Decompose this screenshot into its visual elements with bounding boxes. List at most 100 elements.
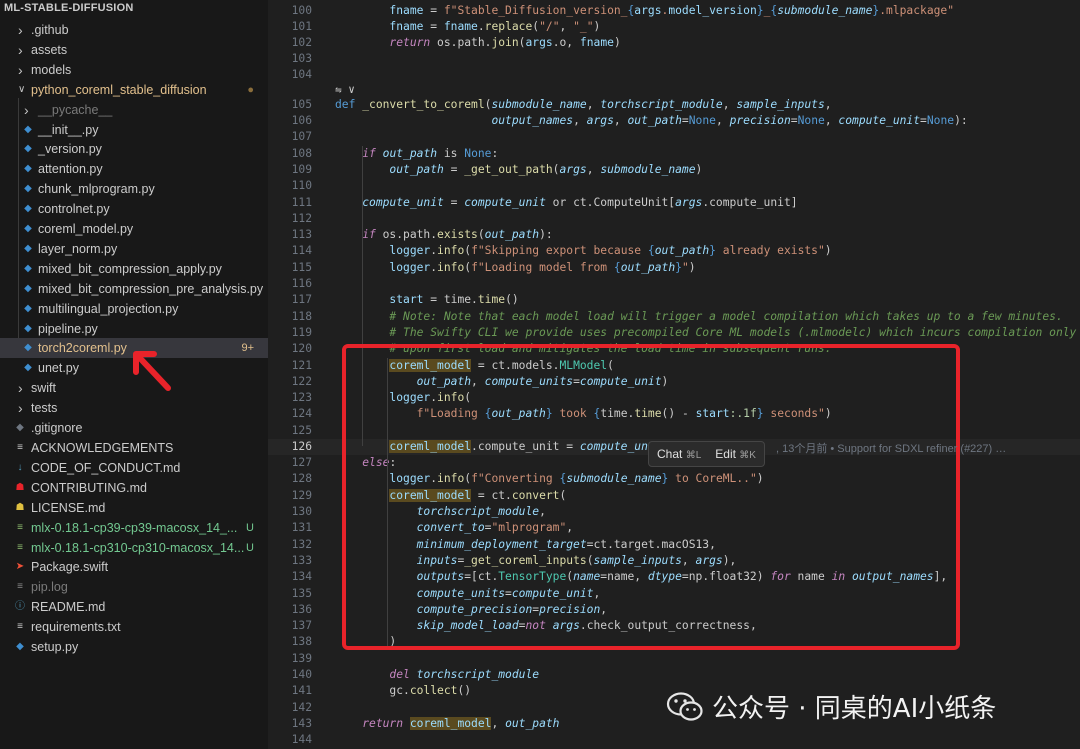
code-line[interactable]: 118 # Note: Note that each model load wi… xyxy=(268,309,1080,325)
folder-item[interactable]: ∨ python_coreml_stable_diffusion ● xyxy=(0,80,268,100)
folder-item[interactable]: › .github xyxy=(0,20,268,40)
code-line[interactable]: 124 f"Loading {out_path} took {time.time… xyxy=(268,406,1080,422)
code-token: ( xyxy=(586,554,594,567)
folder-item[interactable]: › tests xyxy=(0,398,268,418)
code-line[interactable]: 103 xyxy=(268,51,1080,67)
file-item[interactable]: ☗ CONTRIBUTING.md xyxy=(0,478,268,498)
code-line[interactable]: 107 xyxy=(268,129,1080,145)
folder-item[interactable]: › models xyxy=(0,60,268,80)
code-line[interactable]: 123 logger.info( xyxy=(268,390,1080,406)
file-item[interactable]: ➤ Package.swift xyxy=(0,557,268,577)
code-line[interactable]: 129 coreml_model = ct.convert( xyxy=(268,488,1080,504)
file-item[interactable]: ≡ mlx-0.18.1-cp39-cp39-macosx_14_... U xyxy=(0,518,268,538)
code-line[interactable]: 116 xyxy=(268,276,1080,292)
code-token: compute_units xyxy=(484,375,574,388)
code-token: start xyxy=(695,407,730,420)
chevron-right-icon[interactable]: › xyxy=(18,40,23,60)
code-line[interactable]: 134 outputs=[ct.TensorType(name=name, dt… xyxy=(268,569,1080,585)
file-item[interactable]: ◆ controlnet.py xyxy=(0,199,268,219)
code-line[interactable]: 104 xyxy=(268,67,1080,83)
code-token: () xyxy=(505,293,519,306)
file-item[interactable]: ≡ mlx-0.18.1-cp310-cp310-macosx_14... U xyxy=(0,538,268,558)
code-line[interactable]: 114 logger.info(f"Skipping export becaus… xyxy=(268,243,1080,259)
chevron-right-icon[interactable]: › xyxy=(18,378,23,398)
code-line[interactable]: 133 inputs=_get_coreml_inputs(sample_inp… xyxy=(268,553,1080,569)
file-item[interactable]: ◆ .gitignore xyxy=(0,418,268,438)
code-line[interactable]: 121 coreml_model = ct.models.MLModel( xyxy=(268,358,1080,374)
file-item[interactable]: ◆ mixed_bit_compression_pre_analysis.py xyxy=(0,279,268,299)
file-item[interactable]: ◆ coreml_model.py xyxy=(0,219,268,239)
file-item[interactable]: ≡ requirements.txt xyxy=(0,617,268,637)
code-line[interactable]: 139 xyxy=(268,651,1080,667)
code-line[interactable]: 122 out_path, compute_units=compute_unit… xyxy=(268,374,1080,390)
file-item[interactable]: ☗ LICENSE.md xyxy=(0,498,268,518)
code-line[interactable]: 101 fname = fname.replace("/", "_") xyxy=(268,19,1080,35)
code-line[interactable]: 125 xyxy=(268,423,1080,439)
code-line[interactable]: 105 def _convert_to_coreml(submodule_name… xyxy=(268,97,1080,113)
file-item[interactable]: ◆ __init__.py xyxy=(0,120,268,140)
tree-item-label: attention.py xyxy=(38,162,103,176)
code-line[interactable]: 117 start = time.time() xyxy=(268,292,1080,308)
code-line[interactable]: 130 torchscript_module, xyxy=(268,504,1080,520)
chevron-right-icon[interactable]: › xyxy=(24,100,29,120)
file-item[interactable]: ↓ CODE_OF_CONDUCT.md xyxy=(0,458,268,478)
file-item[interactable]: ◆ attention.py xyxy=(0,159,268,179)
code-editor[interactable]: 100 fname = f"Stable_Diffusion_version_{… xyxy=(268,0,1080,749)
tree-item-label: multilingual_projection.py xyxy=(38,302,179,316)
code-line[interactable]: 110 xyxy=(268,178,1080,194)
code-line[interactable]: 132 minimum_deployment_target=ct.target.… xyxy=(268,537,1080,553)
file-item[interactable]: ◆ multilingual_projection.py xyxy=(0,299,268,319)
code-line[interactable]: 137 skip_model_load=not args.check_outpu… xyxy=(268,618,1080,634)
fold-chevron-icon[interactable]: ⇋ ∨ xyxy=(335,83,355,96)
code-token: } xyxy=(545,407,553,420)
folder-item[interactable]: › __pycache__ xyxy=(0,100,268,120)
file-item[interactable]: ◆ mixed_bit_compression_apply.py xyxy=(0,259,268,279)
code-line[interactable]: 112 xyxy=(268,211,1080,227)
code-line[interactable]: 115 logger.info(f"Loading model from {ou… xyxy=(268,260,1080,276)
line-number: 122 xyxy=(291,375,312,388)
code-line[interactable]: 102 return os.path.join(args.o, fname) xyxy=(268,35,1080,51)
code-line[interactable]: 135 compute_units=compute_unit, xyxy=(268,586,1080,602)
file-item[interactable]: ◆ _version.py xyxy=(0,139,268,159)
line-number: 102 xyxy=(291,36,312,49)
code-line[interactable]: 144 xyxy=(268,732,1080,748)
chevron-right-icon[interactable]: › xyxy=(18,60,23,80)
code-token: =[ct. xyxy=(464,570,499,583)
code-line[interactable]: 136 compute_precision=precision, xyxy=(268,602,1080,618)
chat-label: Chat xyxy=(657,447,683,461)
code-token: fname xyxy=(389,20,424,33)
code-line[interactable]: 111 compute_unit = compute_unit or ct.Co… xyxy=(268,195,1080,211)
code-token: = xyxy=(443,196,465,209)
chat-button[interactable]: Chat ⌘L xyxy=(657,447,701,461)
folder-item[interactable]: › assets xyxy=(0,40,268,60)
code-token: precision xyxy=(539,603,601,616)
code-token: sample_inputs xyxy=(736,98,825,111)
code-line[interactable]: 131 convert_to="mlprogram", xyxy=(268,520,1080,536)
code-line[interactable]: 108 if out_path is None: xyxy=(268,146,1080,162)
code-line[interactable]: 138 ) xyxy=(268,634,1080,650)
code-line[interactable]: 140 del torchscript_module xyxy=(268,667,1080,683)
code-line[interactable]: 128 logger.info(f"Converting {submodule_… xyxy=(268,471,1080,487)
file-item[interactable]: ≡ ACKNOWLEDGEMENTS xyxy=(0,438,268,458)
code-line[interactable]: 106 output_names, args, out_path=None, p… xyxy=(268,113,1080,129)
file-item[interactable]: ⓘ README.md xyxy=(0,597,268,617)
file-item[interactable]: ◆ chunk_mlprogram.py xyxy=(0,179,268,199)
edit-button[interactable]: Edit ⌘K xyxy=(715,447,756,461)
code-line[interactable]: 119 # The Swifty CLI we provide uses pre… xyxy=(268,325,1080,341)
chevron-right-icon[interactable]: › xyxy=(18,398,23,418)
file-item[interactable]: ◆ layer_norm.py xyxy=(0,239,268,259)
code-token: fname xyxy=(389,4,424,17)
chevron-down-icon[interactable]: ∨ xyxy=(18,80,25,100)
code-token: , xyxy=(586,98,601,111)
line-number: 144 xyxy=(291,733,312,746)
code-line[interactable]: 109 out_path = _get_out_path(args, submo… xyxy=(268,162,1080,178)
code-line[interactable]: 120 # upon first load and mitigates the … xyxy=(268,341,1080,357)
tree-item-label: mixed_bit_compression_apply.py xyxy=(38,262,222,276)
file-item[interactable]: ≡ pip.log xyxy=(0,577,268,597)
file-item[interactable]: ◆ setup.py xyxy=(0,637,268,657)
code-token: " xyxy=(681,261,689,274)
chevron-right-icon[interactable]: › xyxy=(18,20,23,40)
file-item[interactable]: ◆ pipeline.py xyxy=(0,319,268,339)
code-line[interactable]: 100 fname = f"Stable_Diffusion_version_{… xyxy=(268,3,1080,19)
code-line[interactable]: 113 if os.path.exists(out_path): xyxy=(268,227,1080,243)
